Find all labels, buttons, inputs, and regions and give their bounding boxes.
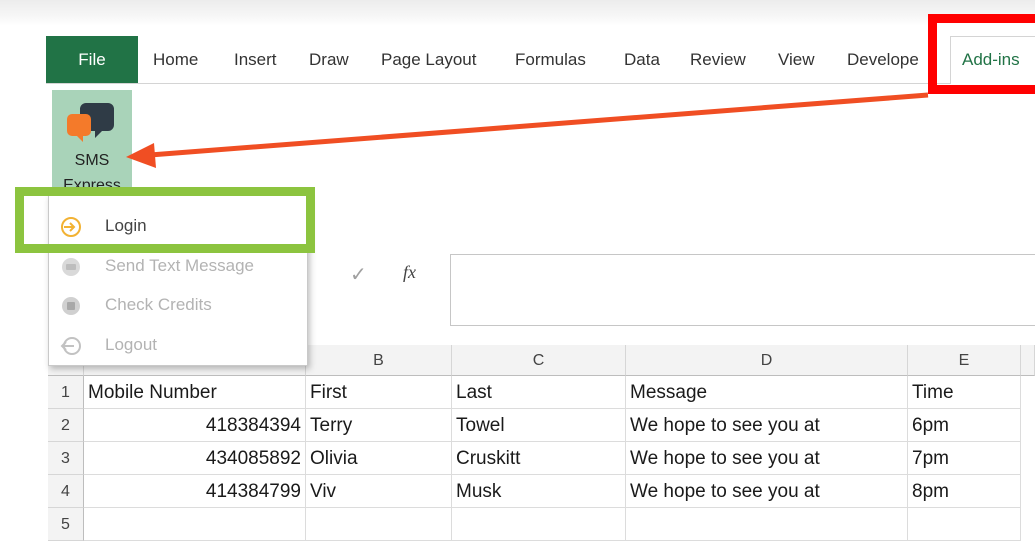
login-icon [61,217,81,237]
cell-e3[interactable]: 7pm [908,442,1021,475]
cell-b5[interactable] [306,508,452,541]
cell-a2[interactable]: 418384394 [84,409,306,442]
cell-e5[interactable] [908,508,1021,541]
message-icon [62,258,80,276]
menu-item-send-text-message[interactable]: Send Text Message [49,247,307,285]
ribbon-tabs: File Home Insert Draw Page Layout Formul… [46,36,1035,84]
sms-dropdown-menu: Login Send Text Message Check Credits Lo… [48,194,308,366]
cell-e1[interactable]: Time [908,376,1021,409]
cell-e2[interactable]: 6pm [908,409,1021,442]
row-header-4[interactable]: 4 [48,475,84,508]
cell-c4[interactable]: Musk [452,475,626,508]
red-highlight-box [928,14,1035,94]
cell-c2[interactable]: Towel [452,409,626,442]
enter-check-icon[interactable]: ✓ [350,262,367,287]
tab-file[interactable]: File [46,36,138,83]
menu-item-label: Logout [105,335,157,354]
sms-chat-icon [67,103,114,142]
cell-b1[interactable]: First [306,376,452,409]
credits-icon [62,297,80,315]
cell-b3[interactable]: Olivia [306,442,452,475]
menu-item-check-credits[interactable]: Check Credits [49,286,307,324]
sms-express-button[interactable]: SMS Express [52,90,132,190]
cell-b2[interactable]: Terry [306,409,452,442]
sms-button-label-line2: Express [63,177,121,190]
window-top-shadow [0,0,1035,26]
cell-b4[interactable]: Viv [306,475,452,508]
cell-d5[interactable] [626,508,908,541]
menu-item-label: Login [105,216,147,235]
spreadsheet-grid: A B C D E 1 2 3 4 5 Mobile Number First … [48,345,1035,541]
menu-item-login[interactable]: Login [49,207,307,245]
tab-draw[interactable]: Draw [309,36,349,83]
tab-formulas[interactable]: Formulas [515,36,586,83]
tab-developer[interactable]: Develope [847,36,919,83]
sms-button-label-line1: SMS [74,152,110,169]
cell-a1[interactable]: Mobile Number [84,376,306,409]
row-header-5[interactable]: 5 [48,508,84,541]
insert-function-icon[interactable]: fx [403,262,416,283]
tab-page-layout[interactable]: Page Layout [381,36,476,83]
row-header-3[interactable]: 3 [48,442,84,475]
menu-item-logout[interactable]: Logout [49,326,307,364]
cell-c5[interactable] [452,508,626,541]
column-header-f[interactable] [1021,345,1035,376]
cell-c3[interactable]: Cruskitt [452,442,626,475]
cell-d4[interactable]: We hope to see you at [626,475,908,508]
tab-insert[interactable]: Insert [234,36,277,83]
row-header-2[interactable]: 2 [48,409,84,442]
cell-d3[interactable]: We hope to see you at [626,442,908,475]
cell-a3[interactable]: 434085892 [84,442,306,475]
cell-e4[interactable]: 8pm [908,475,1021,508]
tab-home[interactable]: Home [153,36,198,83]
column-header-e[interactable]: E [908,345,1021,376]
logout-icon [60,337,81,355]
tab-data[interactable]: Data [624,36,660,83]
column-header-b[interactable]: B [306,345,452,376]
menu-item-label: Send Text Message [105,256,254,275]
column-header-c[interactable]: C [452,345,626,376]
row-header-1[interactable]: 1 [48,376,84,409]
tab-view[interactable]: View [778,36,815,83]
tab-review[interactable]: Review [690,36,746,83]
column-header-d[interactable]: D [626,345,908,376]
cell-a5[interactable] [84,508,306,541]
cell-c1[interactable]: Last [452,376,626,409]
menu-item-label: Check Credits [105,295,212,314]
cell-a4[interactable]: 414384799 [84,475,306,508]
formula-bar-input[interactable] [450,254,1035,326]
cell-d1[interactable]: Message [626,376,908,409]
tabs-divider [46,83,1035,84]
cell-d2[interactable]: We hope to see you at [626,409,908,442]
